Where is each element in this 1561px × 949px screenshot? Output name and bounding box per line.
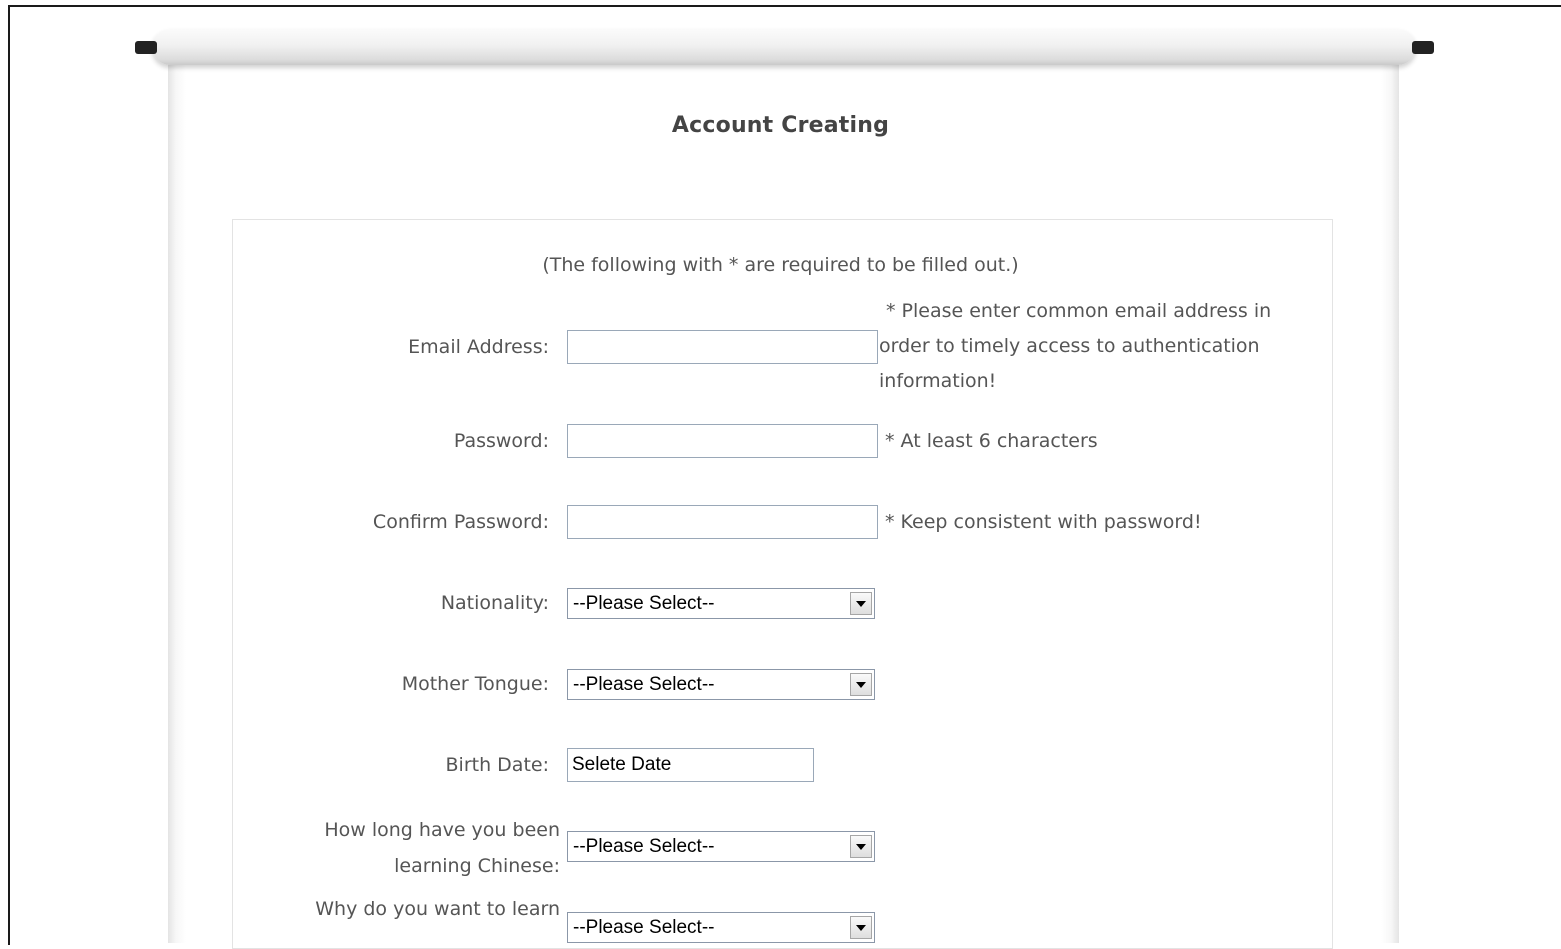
learning-reason-select[interactable]: --Please Select--: [567, 912, 875, 943]
required-note: (The following with * are required to be…: [542, 254, 1019, 276]
nationality-select[interactable]: --Please Select--: [567, 588, 875, 619]
email-label: Email Address:: [408, 336, 549, 358]
email-field[interactable]: [567, 330, 878, 364]
chevron-down-icon[interactable]: [850, 673, 872, 696]
chevron-down-icon[interactable]: [850, 916, 872, 939]
scroll-rod-cap-left: [135, 41, 157, 54]
confirm-password-hint: * Keep consistent with password!: [885, 511, 1202, 533]
page-title: Account Creating: [671, 113, 890, 138]
mother-tongue-select[interactable]: --Please Select--: [567, 669, 875, 700]
nationality-selected-value: --Please Select--: [573, 593, 715, 614]
scroll-rod-cap-right: [1412, 41, 1434, 54]
email-hint: * Please enter common email address in o…: [879, 300, 1272, 392]
learning-reason-selected-value: --Please Select--: [573, 917, 715, 938]
learning-reason-label: Why do you want to learn: [315, 898, 560, 920]
learning-duration-label: How long have you been learning Chinese:: [324, 819, 560, 877]
chevron-down-icon[interactable]: [850, 592, 872, 615]
confirm-password-field[interactable]: [567, 505, 878, 539]
birth-date-field[interactable]: Selete Date: [567, 748, 814, 782]
birth-date-label: Birth Date:: [445, 754, 549, 776]
learning-duration-select[interactable]: --Please Select--: [567, 831, 875, 862]
password-hint: * At least 6 characters: [885, 430, 1098, 452]
password-field[interactable]: [567, 424, 878, 458]
mother-tongue-label: Mother Tongue:: [401, 673, 549, 695]
chevron-down-icon[interactable]: [850, 835, 872, 858]
nationality-label: Nationality:: [440, 592, 549, 614]
mother-tongue-selected-value: --Please Select--: [573, 674, 715, 695]
password-label: Password:: [453, 430, 549, 452]
confirm-password-label: Confirm Password:: [372, 511, 549, 533]
learning-duration-selected-value: --Please Select--: [573, 836, 715, 857]
scroll-rod: [152, 29, 1416, 65]
